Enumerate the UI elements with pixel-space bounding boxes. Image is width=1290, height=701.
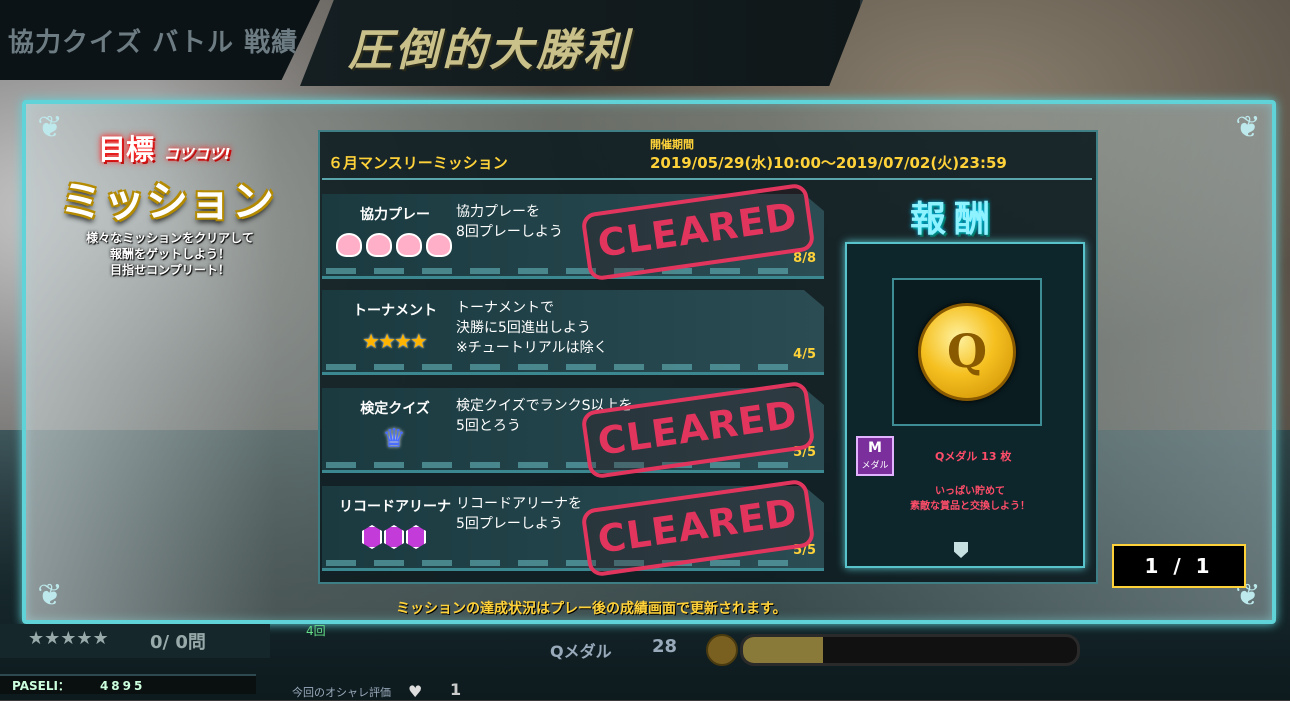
- reward-note-line: いっぱい貯めて: [935, 486, 1005, 497]
- face-icon: [336, 233, 362, 257]
- mission-heading: ミッション: [60, 177, 276, 226]
- mission-desc-line: 8回プレーしよう: [456, 224, 563, 240]
- mission-description: 様々なミッションをクリアして 報酬をゲットしよう！ 目指せコンプリート！: [60, 230, 280, 278]
- mission-name: リコードアリーナ: [339, 499, 451, 515]
- medal-count: 28: [652, 636, 678, 657]
- page-indicator[interactable]: 1 / 1: [1112, 544, 1246, 588]
- oshare-label: 今回のオシャレ評価: [292, 686, 391, 699]
- face-icon: [396, 233, 422, 257]
- medal-progress-bar: [740, 634, 1080, 666]
- reward-note: いっぱい貯めて 素敵な賞品と交換しよう！: [870, 484, 1070, 514]
- goal-tag: 目標 コツコツ!: [98, 128, 231, 168]
- crown-glyph: ♛: [382, 424, 406, 454]
- corner-ornament-icon: ❦: [37, 110, 63, 145]
- goal-tag-sub: コツコツ!: [163, 145, 231, 163]
- mission-desc: トーナメントで 決勝に5回進出しよう ※チュートリアルは除く: [456, 298, 608, 358]
- medal-badge-letter: M: [868, 440, 882, 456]
- medal-badge-icon: M メダル: [856, 436, 894, 476]
- result-title: 圧倒的大勝利: [348, 25, 630, 76]
- result-header: 圧倒的大勝利: [300, 0, 863, 86]
- paseli-label: PASELI：: [12, 679, 70, 693]
- mission-description-line: 様々なミッションをクリアして: [86, 231, 254, 245]
- question-count: 0/ 0問: [150, 632, 206, 653]
- card-footer: [326, 560, 806, 566]
- card-footer: [326, 268, 806, 274]
- reward-item-name: Qメダル 13 枚: [935, 450, 1012, 463]
- face-icon: [366, 233, 392, 257]
- gems-icon: [334, 524, 454, 550]
- update-notice: ミッションの達成状況はプレー後の成績画面で更新されます。: [396, 601, 787, 617]
- goal-tag-main: 目標: [98, 133, 155, 166]
- period-label: 開催期間: [650, 138, 694, 151]
- header-left-title: 協力クイズ バトル 戦績: [8, 28, 299, 58]
- reward-title: 報酬: [910, 199, 999, 240]
- mission-desc-line: ※チュートリアルは除く: [456, 340, 608, 356]
- medal-coin-icon: [706, 634, 738, 666]
- mission-desc: 協力プレーを 8回プレーしよう: [456, 202, 563, 242]
- header-left: 協力クイズ バトル 戦績: [0, 0, 320, 80]
- corner-ornament-icon: ❦: [1235, 110, 1261, 145]
- heart-icon: ♥: [408, 682, 423, 701]
- paseli-value: 4895: [99, 679, 146, 693]
- mission-desc-line: 決勝に5回進出しよう: [456, 320, 591, 336]
- mission-progress: 8/8: [793, 251, 816, 266]
- paseli-balance: PASELI： 4895: [0, 674, 256, 694]
- gem-icon: [384, 525, 404, 549]
- mission-desc-line: リコードアリーナを: [456, 496, 582, 512]
- mission-description-line: 目指せコンプリート！: [110, 263, 230, 277]
- mission-name: トーナメント: [353, 303, 437, 319]
- face-icon: [426, 233, 452, 257]
- mission-description-line: 報酬をゲットしよう！: [109, 247, 230, 261]
- mission-desc-line: 5回プレーしよう: [456, 516, 563, 532]
- card-footer: [326, 462, 806, 468]
- mission-name: 検定クイズ: [360, 401, 430, 417]
- face-icons: [334, 232, 454, 258]
- mission-desc: リコードアリーナを 5回プレーしよう: [456, 494, 582, 534]
- mission-desc-line: トーナメントで: [456, 300, 554, 316]
- period-value: 2019/05/29(水)10:00〜2019/07/02(火)23:59: [650, 154, 1007, 172]
- crown-icon: ♛: [334, 424, 454, 454]
- rating-stars: ★★★★★: [28, 628, 109, 649]
- stars-icon: ★★★★: [334, 328, 454, 354]
- oshare-value: 1: [450, 680, 462, 699]
- star-icons: ★★★★: [362, 329, 428, 353]
- round-count: 4回: [306, 624, 326, 638]
- reward-note-line: 素敵な賞品と交換しよう！: [910, 501, 1030, 512]
- medal-progress-fill: [743, 637, 824, 663]
- mission-card[interactable]: トーナメント ★★★★ トーナメントで 決勝に5回進出しよう ※チュートリアルは…: [322, 290, 824, 375]
- divider: [322, 178, 1092, 180]
- gem-icon: [362, 525, 382, 549]
- medal-badge-label: メダル: [861, 461, 889, 471]
- corner-ornament-icon: ❦: [37, 578, 63, 613]
- card-footer: [326, 364, 806, 370]
- q-medal-coin-icon: Q: [918, 303, 1016, 401]
- gem-icon: [406, 525, 426, 549]
- mission-name: 協力プレー: [360, 207, 430, 223]
- mission-panel-title: ６月マンスリーミッション: [328, 154, 508, 172]
- coin-letter: Q: [946, 324, 988, 378]
- medal-label: Qメダル: [550, 642, 612, 661]
- mission-desc-line: 協力プレーを: [456, 204, 540, 220]
- mission-progress: 4/5: [793, 347, 816, 362]
